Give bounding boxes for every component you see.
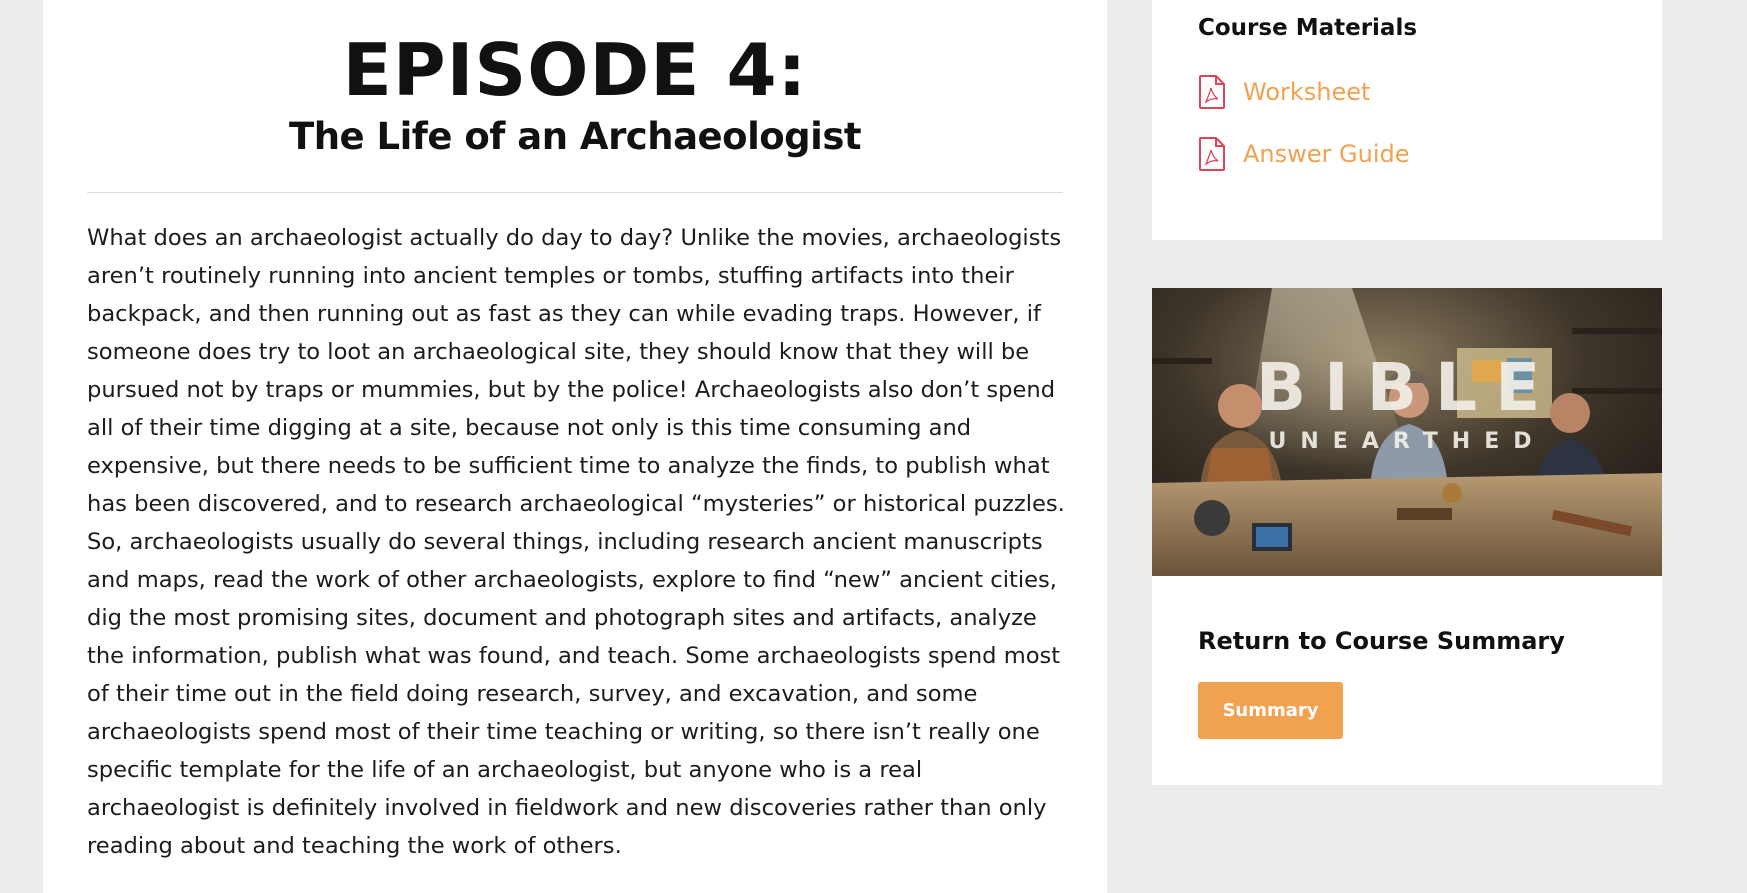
course-summary-card: BIBLE UNEARTHED Return to Course Summary…: [1152, 288, 1662, 785]
worksheet-label: Worksheet: [1243, 78, 1371, 106]
answer-guide-label: Answer Guide: [1243, 140, 1410, 168]
return-to-summary-title: Return to Course Summary: [1198, 627, 1565, 655]
hero-subtitle-text: UNEARTHED: [1269, 429, 1546, 454]
course-materials-title: Course Materials: [1198, 15, 1418, 41]
hero-title-text: BIBLE: [1256, 349, 1558, 426]
worksheet-link[interactable]: Worksheet: [1198, 72, 1370, 112]
answer-guide-link[interactable]: Answer Guide: [1198, 134, 1410, 174]
divider: [87, 192, 1063, 193]
pdf-file-icon: [1198, 137, 1226, 171]
episode-title: EPISODE 4:: [342, 28, 808, 112]
article-body: What does an archaeologist actually do d…: [87, 225, 1065, 859]
article-card: EPISODE 4: The Life of an Archaeologist …: [43, 0, 1107, 893]
pdf-file-icon: [1198, 75, 1226, 109]
bible-unearthed-image[interactable]: BIBLE UNEARTHED: [1152, 288, 1662, 576]
course-materials-card: Course Materials Worksheet Answer Guide: [1152, 0, 1662, 240]
summary-button[interactable]: Summary: [1198, 682, 1343, 739]
episode-subtitle: The Life of an Archaeologist: [288, 115, 862, 158]
